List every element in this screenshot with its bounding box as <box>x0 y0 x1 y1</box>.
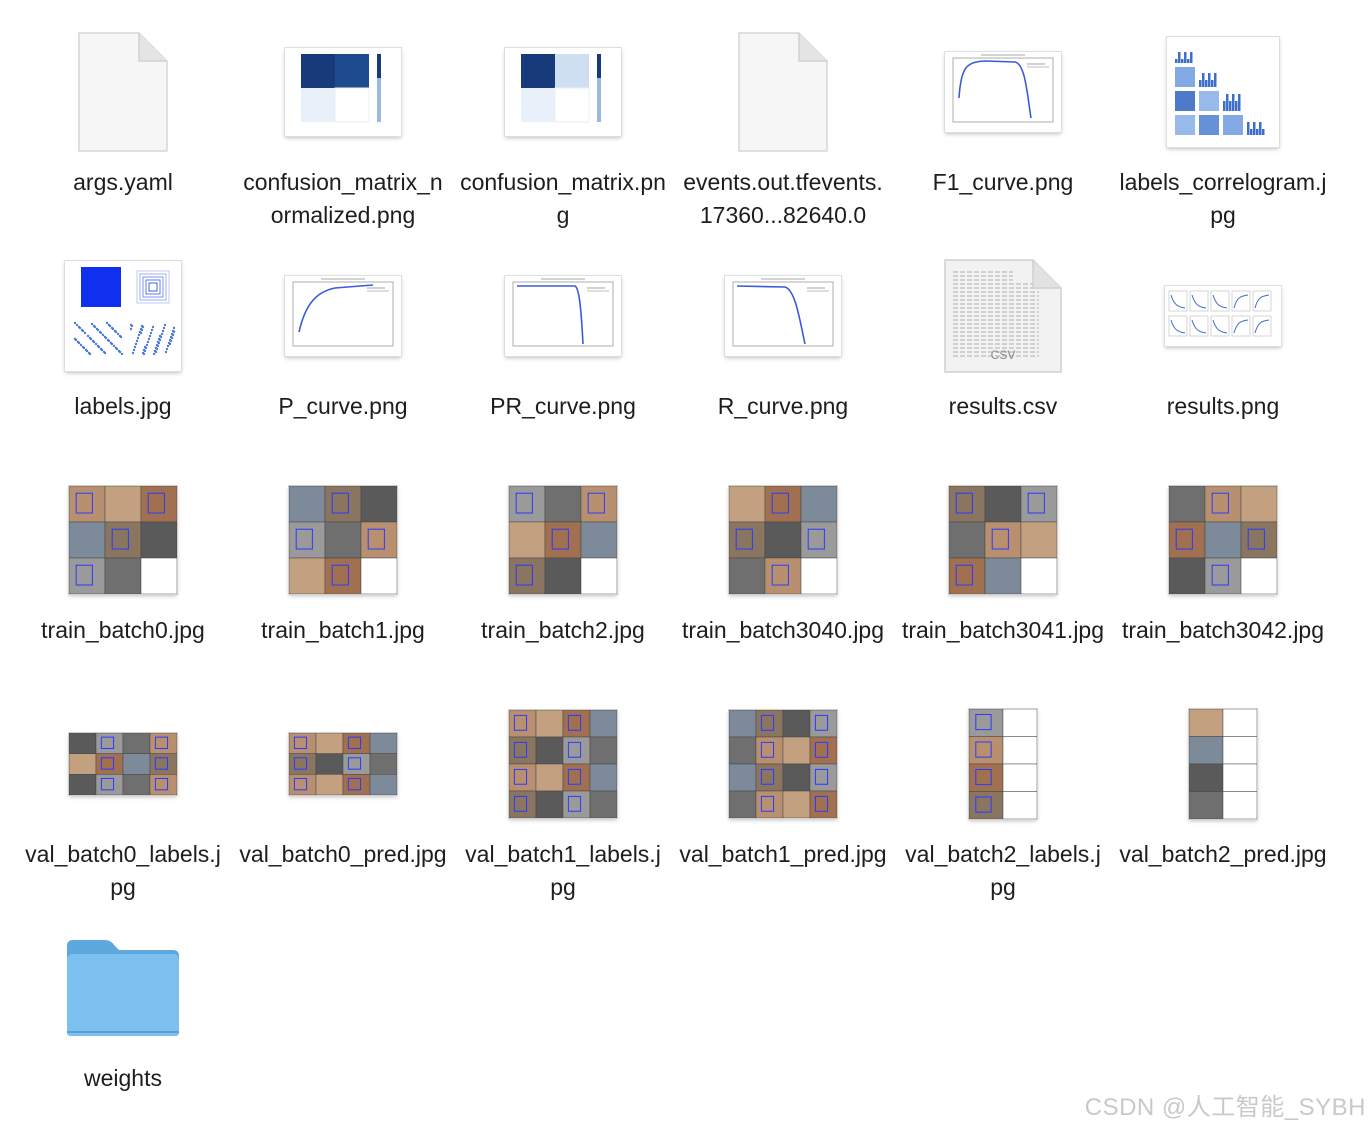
image-thumbnail <box>1169 486 1277 594</box>
document-icon <box>13 24 233 160</box>
image-thumbnail <box>969 709 1037 819</box>
image-file-icon <box>453 248 673 384</box>
file-item[interactable]: val_batch1_labels.jpg <box>453 688 673 912</box>
image-thumbnail <box>509 486 617 594</box>
file-item[interactable]: CSV results.csv <box>893 240 1113 464</box>
curve-plot-icon <box>505 276 621 356</box>
image-file-icon <box>453 696 673 832</box>
file-name-label: val_batch1_labels.jpg <box>465 841 661 900</box>
image-file-icon <box>13 248 233 384</box>
curve-plot-icon <box>725 276 841 356</box>
image-thumbnail <box>69 486 177 594</box>
image-thumbnail <box>509 710 617 818</box>
image-file-icon <box>893 472 1113 608</box>
file-item[interactable]: train_batch3040.jpg <box>673 464 893 688</box>
correlogram-icon <box>1167 37 1279 147</box>
file-item[interactable]: val_batch1_pred.jpg <box>673 688 893 912</box>
image-thumbnail <box>289 733 397 795</box>
file-item[interactable]: events.out.tfevents.17360...82640.0 <box>673 16 893 240</box>
file-name-label: confusion_matrix_normalized.png <box>243 169 443 228</box>
image-thumbnail <box>729 710 837 818</box>
file-name-label: train_batch3040.jpg <box>681 617 885 643</box>
image-file-icon <box>1113 24 1333 160</box>
file-name-label: labels.jpg <box>74 393 172 419</box>
file-name-label: val_batch2_pred.jpg <box>1119 841 1327 867</box>
image-file-icon <box>13 696 233 832</box>
folder-item[interactable]: weights <box>13 912 233 1136</box>
confusion-matrix-icon <box>505 48 621 136</box>
file-item[interactable]: confusion_matrix_normalized.png <box>233 16 453 240</box>
folder-icon <box>13 920 233 1056</box>
watermark-text: CSDN @人工智能_SYBH <box>1084 1094 1366 1121</box>
csv-badge: CSV <box>991 348 1016 362</box>
file-item[interactable]: val_batch2_pred.jpg <box>1113 688 1333 912</box>
file-name-label: weights <box>84 1065 162 1091</box>
file-name-label: events.out.tfevents.17360...82640.0 <box>683 169 883 228</box>
results-plot-icon <box>1165 286 1281 346</box>
image-file-icon <box>233 24 453 160</box>
image-thumbnail <box>1189 709 1257 819</box>
image-file-icon <box>673 696 893 832</box>
file-name-label: PR_curve.png <box>490 393 636 419</box>
file-item[interactable]: P_curve.png <box>233 240 453 464</box>
file-item[interactable]: F1_curve.png <box>893 16 1113 240</box>
file-item[interactable]: labels_correlogram.jpg <box>1113 16 1333 240</box>
file-item[interactable]: val_batch0_labels.jpg <box>13 688 233 912</box>
image-file-icon <box>1113 696 1333 832</box>
file-item[interactable]: val_batch0_pred.jpg <box>233 688 453 912</box>
file-name-label: args.yaml <box>73 169 173 195</box>
labels-plot-icon <box>65 261 181 371</box>
image-file-icon <box>453 472 673 608</box>
file-item[interactable]: train_batch3041.jpg <box>893 464 1113 688</box>
image-file-icon <box>233 696 453 832</box>
file-item[interactable]: R_curve.png <box>673 240 893 464</box>
curve-plot-icon <box>285 276 401 356</box>
file-name-label: val_batch0_pred.jpg <box>239 841 447 867</box>
image-thumbnail <box>289 486 397 594</box>
file-item[interactable]: train_batch1.jpg <box>233 464 453 688</box>
image-file-icon <box>1113 472 1333 608</box>
file-name-label: train_batch1.jpg <box>261 617 425 643</box>
file-name-label: val_batch1_pred.jpg <box>679 841 887 867</box>
file-name-label: train_batch3041.jpg <box>901 617 1105 643</box>
file-name-label: val_batch0_labels.jpg <box>25 841 221 900</box>
image-thumbnail <box>69 733 177 795</box>
file-item[interactable]: confusion_matrix.png <box>453 16 673 240</box>
file-item[interactable]: train_batch2.jpg <box>453 464 673 688</box>
file-icon-grid: args.yaml confusion_matrix_normalized.png… <box>0 0 1372 1130</box>
file-name-label: F1_curve.png <box>932 169 1074 195</box>
file-name-label: val_batch2_labels.jpg <box>905 841 1101 900</box>
curve-plot-icon <box>945 52 1061 132</box>
image-file-icon <box>893 696 1113 832</box>
file-name-label: train_batch3042.jpg <box>1121 617 1325 643</box>
file-item[interactable]: labels.jpg <box>13 240 233 464</box>
image-file-icon <box>1113 248 1333 384</box>
file-name-label: P_curve.png <box>278 393 408 419</box>
file-name-label: confusion_matrix.png <box>460 169 666 228</box>
document-icon: CSV <box>893 248 1113 384</box>
file-name-label: results.csv <box>948 393 1058 419</box>
file-item[interactable]: val_batch2_labels.jpg <box>893 688 1113 912</box>
file-item[interactable]: PR_curve.png <box>453 240 673 464</box>
file-name-label: train_batch0.jpg <box>41 617 205 643</box>
file-name-label: results.png <box>1166 393 1280 419</box>
image-file-icon <box>673 248 893 384</box>
image-file-icon <box>893 24 1113 160</box>
confusion-matrix-icon <box>285 48 401 136</box>
image-file-icon <box>13 472 233 608</box>
file-item[interactable]: train_batch0.jpg <box>13 464 233 688</box>
file-name-label: R_curve.png <box>717 393 849 419</box>
image-thumbnail <box>729 486 837 594</box>
image-file-icon <box>233 472 453 608</box>
document-icon <box>673 24 893 160</box>
image-file-icon <box>673 472 893 608</box>
file-item[interactable]: results.png <box>1113 240 1333 464</box>
image-file-icon <box>233 248 453 384</box>
image-thumbnail <box>949 486 1057 594</box>
file-item[interactable]: args.yaml <box>13 16 233 240</box>
image-file-icon <box>453 24 673 160</box>
file-item[interactable]: train_batch3042.jpg <box>1113 464 1333 688</box>
file-name-label: labels_correlogram.jpg <box>1119 169 1327 228</box>
file-name-label: train_batch2.jpg <box>481 617 645 643</box>
